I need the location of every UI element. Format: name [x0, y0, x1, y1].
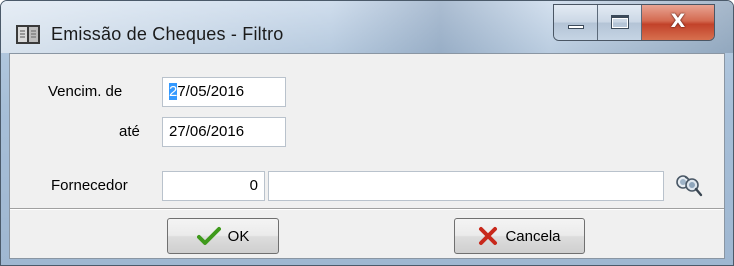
minimize-button[interactable]: [554, 5, 598, 40]
ok-button-label: OK: [227, 227, 250, 245]
cancel-button-label: Cancela: [505, 227, 561, 245]
close-button[interactable]: X: [642, 5, 714, 40]
fornecedor-label: Fornecedor: [51, 177, 128, 194]
caption-buttons: X: [553, 4, 715, 41]
check-icon: [196, 227, 221, 245]
separator: [10, 208, 724, 210]
x-mark-icon: [479, 227, 498, 245]
book-icon: [16, 25, 40, 44]
ate-label: até: [119, 123, 140, 140]
vencim-label: Vencim. de: [48, 83, 123, 100]
title-bar[interactable]: Emissão de Cheques - Filtro X: [1, 1, 733, 53]
window-title: Emissão de Cheques - Filtro: [51, 24, 284, 44]
close-icon: X: [670, 10, 686, 32]
ate-date-field[interactable]: 27/06/2016: [162, 117, 286, 147]
dialog-window: Emissão de Cheques - Filtro X Vencim. de…: [0, 0, 734, 266]
cancel-button[interactable]: Cancela: [454, 218, 585, 254]
binoculars-search-icon[interactable]: [675, 173, 703, 197]
minimize-icon: [568, 25, 584, 29]
fornecedor-name-field[interactable]: [268, 171, 664, 201]
dialog-body: Vencim. de 27/05/2016 até 27/06/2016 For…: [9, 53, 725, 259]
maximize-icon: [611, 15, 629, 29]
maximize-button[interactable]: [598, 5, 642, 40]
fornecedor-code-field[interactable]: 0: [162, 171, 265, 201]
vencim-date-value: 7/05/2016: [177, 83, 245, 100]
vencim-date-field[interactable]: 27/05/2016: [162, 77, 286, 107]
ok-button[interactable]: OK: [167, 218, 279, 254]
